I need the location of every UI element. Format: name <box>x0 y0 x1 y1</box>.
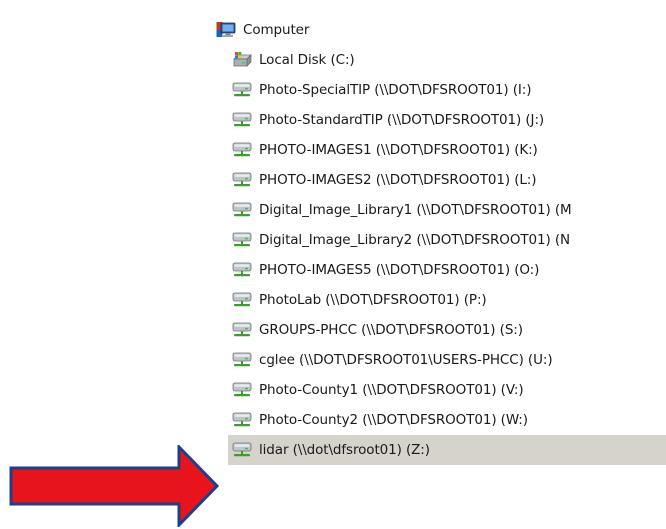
tree-item-computer[interactable]: Computer <box>216 15 309 45</box>
red-arrow-pointer-icon <box>9 445 220 527</box>
tree-item-drive[interactable]: PHOTO-IMAGES2 (\\DOT\DFSROOT01) (L:) <box>232 165 666 195</box>
network-drive-icon <box>232 141 252 159</box>
tree-item-drive[interactable]: PhotoLab (\\DOT\DFSROOT01) (P:) <box>232 285 666 315</box>
network-drive-icon <box>232 291 252 309</box>
tree-item-drive[interactable]: Photo-County2 (\\DOT\DFSROOT01) (W:) <box>232 405 666 435</box>
network-drive-icon <box>232 411 252 429</box>
network-drive-icon <box>232 351 252 369</box>
tree-item-drive[interactable]: cglee (\\DOT\DFSROOT01\USERS-PHCC) (U:) <box>232 345 666 375</box>
tree-item-label: Photo-StandardTIP (\\DOT\DFSROOT01) (J:) <box>259 112 545 128</box>
tree-item-label: PHOTO-IMAGES2 (\\DOT\DFSROOT01) (L:) <box>259 172 537 188</box>
tree-item-selected[interactable]: lidar (\\dot\dfsroot01) (Z:) <box>228 435 666 465</box>
tree-item-drive[interactable]: Photo-SpecialTIP (\\DOT\DFSROOT01) (I:) <box>232 75 666 105</box>
tree-item-drive[interactable]: PHOTO-IMAGES5 (\\DOT\DFSROOT01) (O:) <box>232 255 666 285</box>
tree-item-label: Digital_Image_Library1 (\\DOT\DFSROOT01)… <box>259 202 572 218</box>
tree-item-label: PhotoLab (\\DOT\DFSROOT01) (P:) <box>259 292 487 308</box>
network-drive-icon <box>232 261 252 279</box>
navigation-tree: Computer Local Disk (C:) Photo-SpecialTIP… <box>0 0 666 529</box>
tree-item-label: Digital_Image_Library2 (\\DOT\DFSROOT01)… <box>259 232 570 248</box>
network-drive-icon <box>232 171 252 189</box>
tree-item-label: lidar (\\dot\dfsroot01) (Z:) <box>259 442 430 458</box>
tree-item-label: GROUPS-PHCC (\\DOT\DFSROOT01) (S:) <box>259 322 523 338</box>
tree-item-label: PHOTO-IMAGES5 (\\DOT\DFSROOT01) (O:) <box>259 262 540 278</box>
network-drive-icon <box>232 381 252 399</box>
tree-item-drive[interactable]: GROUPS-PHCC (\\DOT\DFSROOT01) (S:) <box>232 315 666 345</box>
network-drive-icon <box>232 81 252 99</box>
tree-item-drive[interactable]: PHOTO-IMAGES1 (\\DOT\DFSROOT01) (K:) <box>232 135 666 165</box>
tree-item-label: Photo-County2 (\\DOT\DFSROOT01) (W:) <box>259 412 528 428</box>
local-disk-icon <box>232 51 252 69</box>
network-drive-icon <box>232 231 252 249</box>
computer-icon <box>216 21 236 39</box>
tree-item-label: Computer <box>243 22 310 38</box>
tree-item-label: Local Disk (C:) <box>259 52 355 68</box>
network-drive-icon <box>232 441 252 459</box>
tree-item-label: PHOTO-IMAGES1 (\\DOT\DFSROOT01) (K:) <box>259 142 538 158</box>
tree-item-label: Photo-County1 (\\DOT\DFSROOT01) (V:) <box>259 382 524 398</box>
network-drive-icon <box>232 111 252 129</box>
tree-item-label: cglee (\\DOT\DFSROOT01\USERS-PHCC) (U:) <box>259 352 553 368</box>
tree-item-drive[interactable]: Digital_Image_Library1 (\\DOT\DFSROOT01)… <box>232 195 666 225</box>
network-drive-icon <box>232 321 252 339</box>
tree-item-label: Photo-SpecialTIP (\\DOT\DFSROOT01) (I:) <box>259 82 532 98</box>
tree-item-drive[interactable]: Local Disk (C:) <box>232 45 666 75</box>
tree-item-drive[interactable]: Digital_Image_Library2 (\\DOT\DFSROOT01)… <box>232 225 666 255</box>
tree-item-drive[interactable]: Photo-StandardTIP (\\DOT\DFSROOT01) (J:) <box>232 105 666 135</box>
network-drive-icon <box>232 201 252 219</box>
tree-item-drive[interactable]: Photo-County1 (\\DOT\DFSROOT01) (V:) <box>232 375 666 405</box>
